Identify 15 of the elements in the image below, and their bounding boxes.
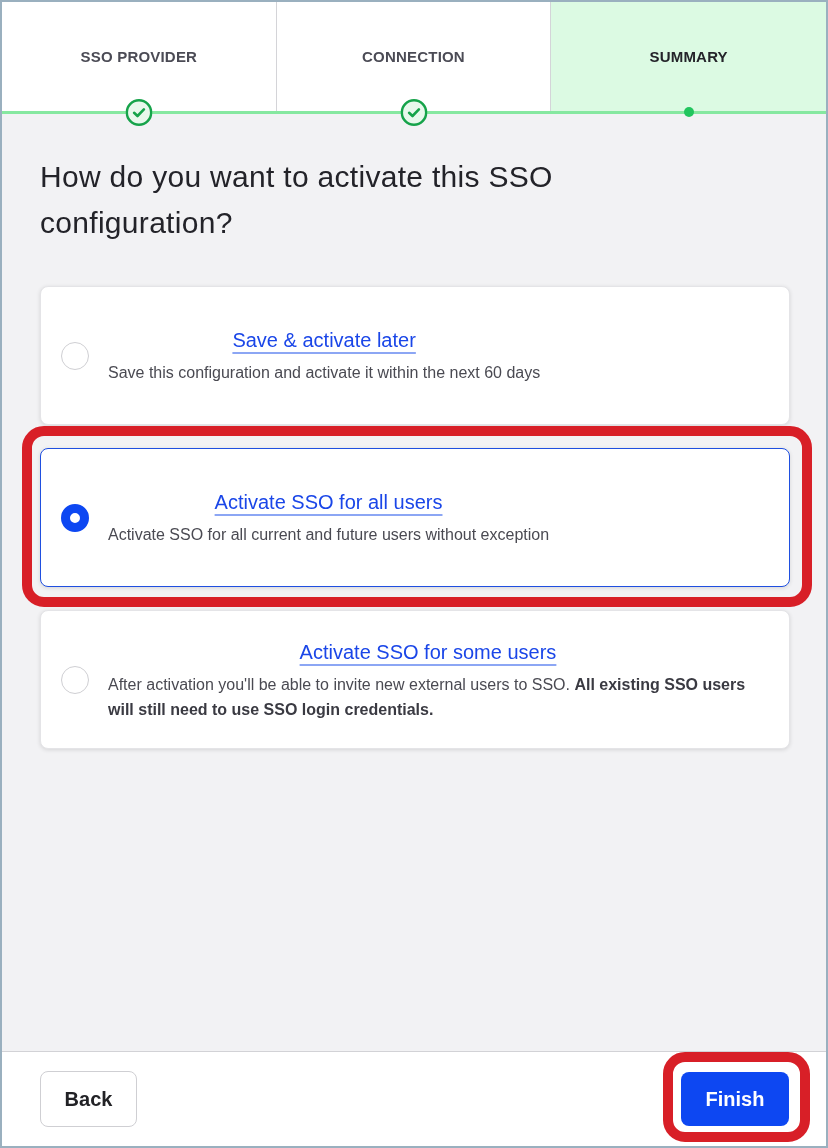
back-button[interactable]: Back bbox=[40, 1071, 137, 1127]
option-link[interactable]: Save & activate later bbox=[232, 326, 416, 354]
option-card[interactable]: Activate SSO for some users After activation you'll be able to invite new external users to SSO. All existing SSO users will still need to use SSO login credentials. bbox=[40, 610, 790, 749]
radio-button[interactable] bbox=[61, 503, 89, 532]
option-description: Save this configuration and activate it within the next 60 days bbox=[108, 363, 541, 383]
option-link[interactable]: Activate SSO for all users bbox=[214, 488, 443, 516]
option-description: After activation you'll be able to invite new external users to SSO. All existing SSO users will still need to use SSO login credentials. bbox=[108, 674, 747, 720]
option-card[interactable]: Activate SSO for all users Activate SSO for all current and future users without exception bbox=[40, 448, 790, 587]
current-step-dot-icon bbox=[683, 107, 694, 117]
option-card[interactable]: Save & activate later Save this configuration and activate it within the next 60 days bbox=[40, 286, 790, 425]
option-description: Activate SSO for all current and future users without exception bbox=[108, 525, 550, 545]
page-heading: How do you want to activate this SSO configuration? bbox=[40, 159, 554, 241]
option-link[interactable]: Activate SSO for some users bbox=[299, 637, 557, 666]
step-tab[interactable]: SUMMARY bbox=[551, 2, 826, 111]
finish-button[interactable]: Finish bbox=[681, 1072, 789, 1126]
